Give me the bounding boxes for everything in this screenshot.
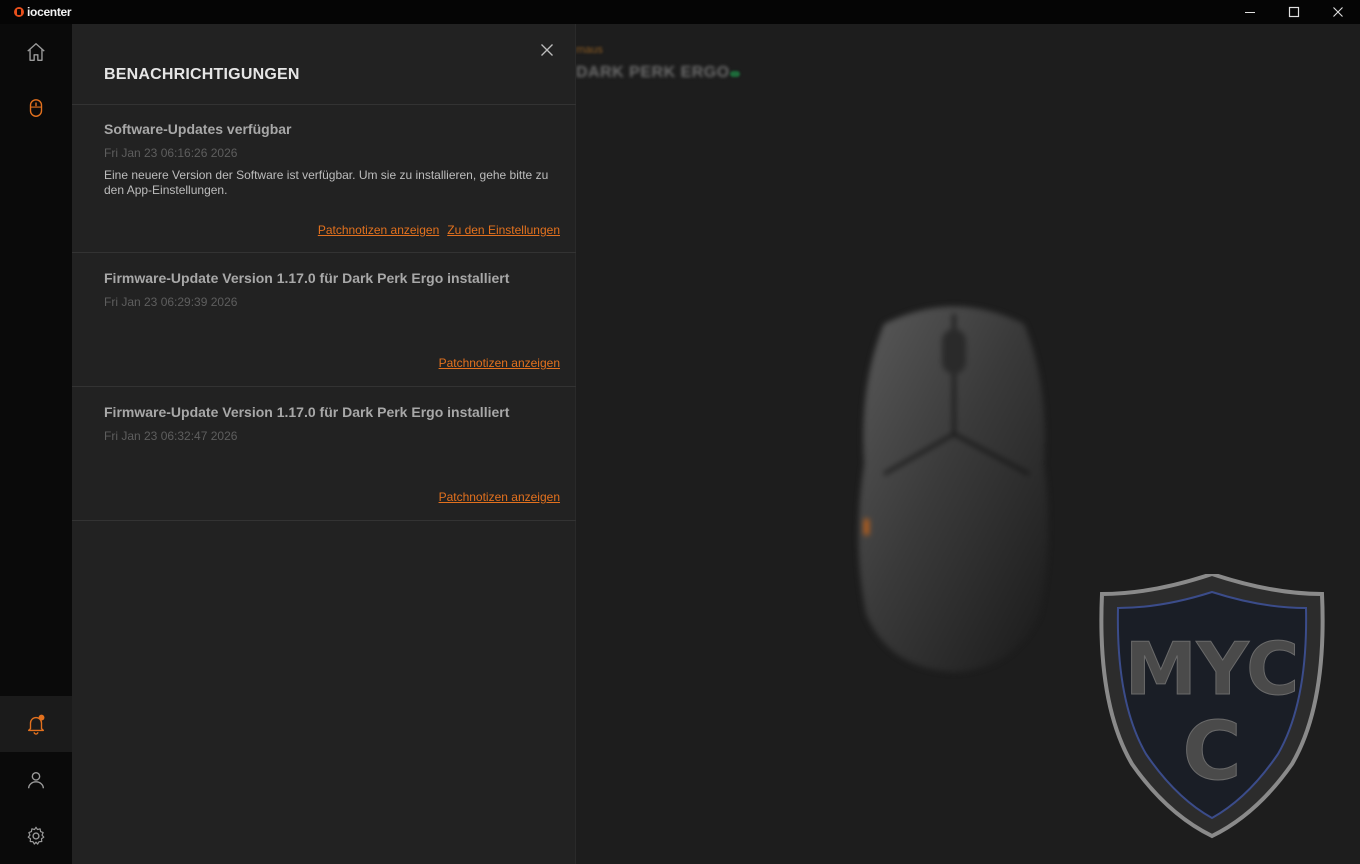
app-name: iocenter xyxy=(27,5,72,19)
maximize-icon xyxy=(1288,6,1300,18)
bell-icon xyxy=(27,714,45,735)
user-icon xyxy=(27,771,45,789)
app-logo-icon xyxy=(14,7,24,17)
view-patch-notes-link[interactable]: Patchnotizen anzeigen xyxy=(439,490,560,504)
close-window-button[interactable] xyxy=(1316,0,1360,24)
app-brand: iocenter xyxy=(0,0,72,24)
device-name: DARK PERK ERGO xyxy=(576,64,730,81)
nav-notifications-button[interactable] xyxy=(0,696,72,752)
device-view: maus DARK PERK ERGO MYC C xyxy=(576,24,1360,864)
notification-item: Firmware-Update Version 1.17.0 für Dark … xyxy=(72,253,576,386)
maximize-button[interactable] xyxy=(1272,0,1316,24)
notification-actions: Patchnotizen anzeigen xyxy=(439,356,560,370)
nav-device-button[interactable] xyxy=(0,80,72,136)
svg-text:C: C xyxy=(1183,705,1242,798)
myc-media-watermark-logo: MYC C xyxy=(1099,574,1325,839)
view-patch-notes-link[interactable]: Patchnotizen anzeigen xyxy=(318,223,439,237)
notification-timestamp: Fri Jan 23 06:32:47 2026 xyxy=(104,429,238,443)
mouse-icon xyxy=(29,99,43,117)
window-controls xyxy=(1228,0,1360,24)
nav-settings-button[interactable] xyxy=(0,808,72,864)
view-patch-notes-link[interactable]: Patchnotizen anzeigen xyxy=(439,356,560,370)
notifications-panel: BENACHRICHTIGUNGEN Software-Updates verf… xyxy=(72,24,576,864)
close-icon xyxy=(541,44,553,56)
notification-timestamp: Fri Jan 23 06:16:26 2026 xyxy=(104,146,238,160)
close-window-icon xyxy=(1333,7,1343,17)
notification-timestamp: Fri Jan 23 06:29:39 2026 xyxy=(104,295,238,309)
notification-actions: Patchnotizen anzeigen Zu den Einstellung… xyxy=(318,223,560,237)
mouse-product-image xyxy=(858,306,1048,672)
notification-title: Software-Updates verfügbar xyxy=(104,121,292,137)
nav-home-button[interactable] xyxy=(0,24,72,80)
notification-title: Firmware-Update Version 1.17.0 für Dark … xyxy=(104,404,510,420)
gear-icon xyxy=(27,826,45,845)
device-subtitle: maus xyxy=(576,44,603,56)
home-icon xyxy=(27,43,45,61)
nav-rail xyxy=(0,24,72,864)
nav-account-button[interactable] xyxy=(0,752,72,808)
notification-item: Software-Updates verfügbar Fri Jan 23 06… xyxy=(72,104,576,252)
notification-actions: Patchnotizen anzeigen xyxy=(439,490,560,504)
svg-text:MYC: MYC xyxy=(1125,627,1299,711)
panel-title: BENACHRICHTIGUNGEN xyxy=(104,66,300,83)
close-panel-button[interactable] xyxy=(537,40,557,60)
connection-status-indicator xyxy=(730,71,740,77)
notification-body: Eine neuere Version der Software ist ver… xyxy=(104,168,549,197)
divider xyxy=(72,520,576,521)
app-window: iocenter maus DARK PERK ERGO MYC C BENAC… xyxy=(0,0,1360,864)
minimize-button[interactable] xyxy=(1228,0,1272,24)
notification-title: Firmware-Update Version 1.17.0 für Dark … xyxy=(104,270,510,286)
go-to-settings-link[interactable]: Zu den Einstellungen xyxy=(447,223,560,237)
notification-item: Firmware-Update Version 1.17.0 für Dark … xyxy=(72,387,576,520)
title-bar: iocenter xyxy=(0,0,1360,24)
minimize-icon xyxy=(1245,12,1255,13)
